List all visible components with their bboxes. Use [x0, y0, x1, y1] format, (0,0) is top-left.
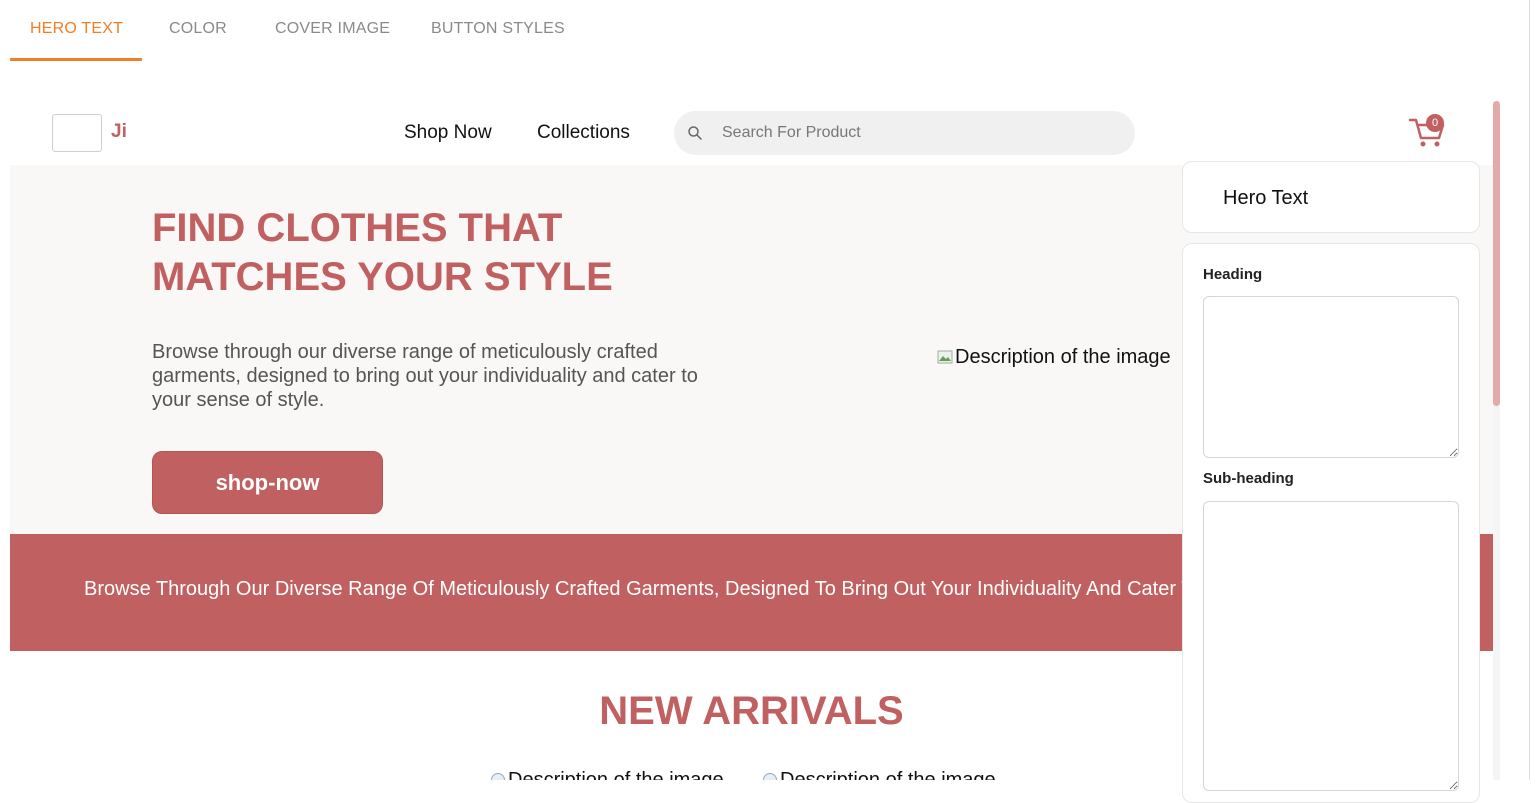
- shop-now-button[interactable]: shop-now: [152, 451, 383, 514]
- preview-scrollbar-thumb[interactable]: [1493, 101, 1500, 406]
- logo-image[interactable]: [52, 114, 102, 152]
- cart-count-badge: 0: [1426, 114, 1444, 132]
- subheading-textarea[interactable]: [1203, 501, 1459, 791]
- broken-image-icon: [491, 773, 505, 780]
- tab-button-styles[interactable]: BUTTON STYLES: [431, 20, 565, 38]
- hero-text-panel-header: Hero Text: [1182, 161, 1480, 233]
- broken-image-icon: [937, 350, 953, 364]
- tab-cover-image[interactable]: COVER IMAGE: [275, 20, 390, 38]
- nav-collections[interactable]: Collections: [537, 122, 630, 144]
- editor-tab-bar: HERO TEXT COLOR COVER IMAGE BUTTON STYLE…: [0, 0, 1530, 62]
- subheading-label: Sub-heading: [1203, 470, 1294, 487]
- window-divider: [1529, 0, 1530, 780]
- hero-text-panel: Heading Sub-heading: [1182, 243, 1480, 803]
- arrival-image-alt: Description of the image: [780, 769, 996, 780]
- tab-color[interactable]: COLOR: [169, 20, 227, 38]
- hero-title: FIND CLOTHES THAT MATCHES YOUR STYLE: [152, 206, 613, 299]
- hero-image-alt: Description of the image: [955, 346, 1171, 368]
- broken-image-icon: [763, 773, 777, 780]
- nav-shop-now[interactable]: Shop Now: [404, 122, 492, 144]
- arrival-image[interactable]: Description of the image: [490, 769, 724, 780]
- arrival-image[interactable]: Description of the image: [762, 769, 996, 780]
- active-tab-indicator: [10, 58, 142, 61]
- heading-textarea[interactable]: [1203, 296, 1459, 458]
- hero-subtitle: Browse through our diverse range of meti…: [152, 341, 698, 411]
- panel-title: Hero Text: [1223, 187, 1309, 209]
- arrival-image-alt: Description of the image: [508, 769, 724, 780]
- heading-label: Heading: [1203, 266, 1263, 283]
- search-icon: [688, 126, 702, 140]
- hero-image: Description of the image: [937, 346, 1171, 369]
- logo-text[interactable]: Ji: [111, 121, 127, 143]
- search-input[interactable]: [722, 121, 1122, 145]
- tab-hero-text[interactable]: HERO TEXT: [30, 20, 123, 38]
- search-bar: [674, 111, 1135, 155]
- navbar: Ji Shop Now Collections 0: [10, 101, 1493, 165]
